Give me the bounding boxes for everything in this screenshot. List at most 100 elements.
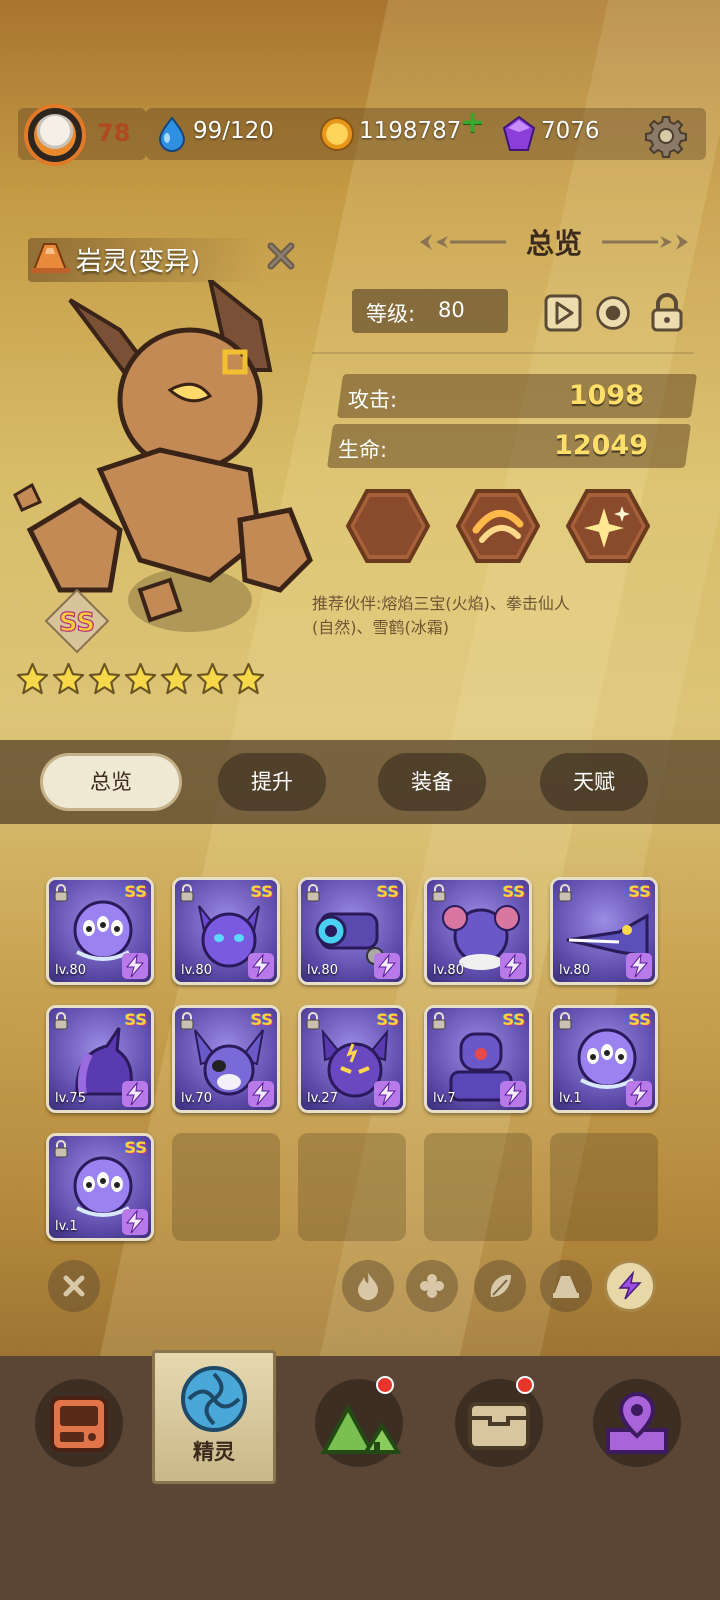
lightning-icon [122, 1209, 148, 1235]
star-icon [160, 662, 193, 695]
snowflake-icon [420, 1274, 444, 1298]
shop-icon [50, 1396, 108, 1452]
skill-sparkle-icon[interactable] [566, 488, 650, 564]
pet-card[interactable]: SS lv.75 [46, 1005, 154, 1113]
lock-icon [558, 884, 572, 902]
close-icon[interactable] [265, 240, 297, 272]
lock-icon [180, 1012, 194, 1030]
attack-value: 1098 [568, 380, 644, 411]
pet-rank: SS [250, 1010, 273, 1029]
lightning-icon [374, 1081, 400, 1107]
tab-overview[interactable]: 总览 [40, 753, 182, 811]
svg-text:SS: SS [59, 608, 95, 638]
pet-level: lv.1 [559, 1091, 582, 1106]
lock-icon [54, 884, 68, 902]
pet-level: lv.70 [181, 1091, 212, 1106]
lock-icon[interactable] [648, 292, 686, 334]
star-icon [196, 662, 229, 695]
player-level: 78 [97, 119, 131, 147]
tab-equipment[interactable]: 装备 [378, 753, 486, 811]
level-value: 80 [438, 298, 465, 322]
pet-card[interactable]: SS lv.7 [424, 1005, 532, 1113]
skill-moon-icon[interactable] [346, 488, 430, 564]
rock-element-icon [32, 243, 70, 273]
empty-pet-slot [424, 1133, 532, 1241]
pet-card[interactable]: SS lv.80 [172, 877, 280, 985]
map-pin-icon [606, 1391, 668, 1454]
chest-icon [468, 1402, 530, 1450]
pet-card[interactable]: SS lv.27 [298, 1005, 406, 1113]
pet-card[interactable]: SS lv.1 [46, 1133, 154, 1241]
lightning-icon [248, 953, 274, 979]
divider [312, 352, 694, 354]
pet-level: lv.80 [181, 963, 212, 978]
empty-pet-slot [550, 1133, 658, 1241]
clear-filter-button[interactable] [48, 1260, 100, 1312]
notification-dot [516, 1376, 534, 1394]
recommend-line-2: (自然)、雪鹤(冰霜) [312, 618, 449, 637]
skill-wave-icon[interactable] [456, 488, 540, 564]
lightning-icon [500, 953, 526, 979]
pet-rank: SS [376, 882, 399, 901]
filter-lightning-button[interactable] [604, 1260, 656, 1312]
pet-level: lv.27 [307, 1091, 338, 1106]
nav-spirit-label: 精灵 [193, 1440, 235, 1464]
pet-level: lv.80 [433, 963, 464, 978]
hp-value: 12049 [554, 430, 648, 461]
focus-target-icon[interactable] [594, 292, 632, 334]
star-icon [232, 662, 265, 695]
lock-icon [306, 884, 320, 902]
nav-shop[interactable] [30, 1374, 128, 1472]
star-rating [16, 662, 276, 698]
play-voice-icon[interactable] [544, 292, 582, 334]
spirit-icon [181, 1366, 247, 1432]
notification-dot [376, 1376, 394, 1394]
level-chip: 等级: 80 [352, 289, 508, 333]
star-icon [124, 662, 157, 695]
player-avatar[interactable] [24, 104, 94, 166]
recommended-partners: 推荐伙伴:熔焰三宝(火焰)、拳击仙人 (自然)、雪鹤(冰霜) [312, 592, 696, 640]
lightning-icon [626, 953, 652, 979]
coin-icon [320, 117, 354, 151]
coin-count: 1198787 [359, 118, 462, 144]
recommend-line-1: 推荐伙伴:熔焰三宝(火焰)、拳击仙人 [312, 594, 570, 613]
mountain-icon [320, 1403, 402, 1454]
pet-card[interactable]: SS lv.80 [550, 877, 658, 985]
nav-adventure[interactable] [310, 1374, 408, 1472]
pet-level: lv.1 [55, 1219, 78, 1234]
level-label: 等级: [366, 302, 416, 326]
pet-rank: SS [628, 1010, 651, 1029]
lock-icon [558, 1012, 572, 1030]
pet-level: lv.80 [559, 963, 590, 978]
lock-icon [306, 1012, 320, 1030]
gem-count: 7076 [541, 118, 600, 144]
pet-card[interactable]: SS lv.80 [46, 877, 154, 985]
pet-rank: SS [124, 882, 147, 901]
settings-gear-icon[interactable] [644, 114, 688, 158]
filter-rock-button[interactable] [540, 1260, 592, 1312]
tab-upgrade[interactable]: 提升 [218, 753, 326, 811]
lightning-icon [618, 1271, 642, 1300]
pet-rank: SS [124, 1010, 147, 1029]
nav-inventory[interactable] [450, 1374, 548, 1472]
character-name: 岩灵(变异) [76, 247, 201, 277]
filter-fire-button[interactable] [342, 1260, 394, 1312]
lock-icon [432, 1012, 446, 1030]
filter-frost-button[interactable] [406, 1260, 458, 1312]
overview-header: 总览 [418, 222, 690, 262]
pet-card[interactable]: SS lv.1 [550, 1005, 658, 1113]
nav-map[interactable] [588, 1374, 686, 1472]
lightning-icon [248, 1081, 274, 1107]
pet-level: lv.80 [55, 963, 86, 978]
pet-card[interactable]: SS lv.70 [172, 1005, 280, 1113]
lightning-icon [122, 953, 148, 979]
close-icon [63, 1275, 85, 1297]
add-coins-plus-icon[interactable]: + [460, 108, 485, 138]
tab-talent[interactable]: 天赋 [540, 753, 648, 811]
pet-card[interactable]: SS lv.80 [298, 877, 406, 985]
filter-nature-button[interactable] [474, 1260, 526, 1312]
lock-icon [180, 884, 194, 902]
ss-rank-badge: SS [44, 588, 110, 654]
pet-card[interactable]: SS lv.80 [424, 877, 532, 985]
energy-count: 99/120 [193, 118, 274, 144]
